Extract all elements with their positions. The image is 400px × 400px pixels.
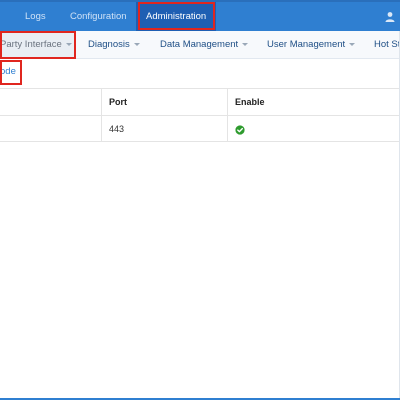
chevron-down-icon <box>65 42 72 46</box>
tab-logs[interactable]: Logs <box>25 2 46 33</box>
menu-item-party-interface[interactable]: Party Interface <box>0 31 75 59</box>
menu-item-label: Party Interface <box>0 39 62 50</box>
menu-item-user-management[interactable]: User Management <box>267 31 356 59</box>
menu-item-label: Data Management <box>160 39 239 50</box>
menu-item-label: Diagnosis <box>88 39 130 50</box>
menu-item-diagnosis[interactable]: Diagnosis <box>88 31 140 59</box>
column-header-port: Port <box>101 89 227 115</box>
tab-configuration[interactable]: Configuration <box>70 2 127 33</box>
interface-table: Port Enable 443 <box>0 88 400 142</box>
enable-cell <box>227 116 400 141</box>
table-row[interactable]: 443 <box>0 116 400 142</box>
tab-mode[interactable]: ode <box>0 60 16 86</box>
column-header-enable: Enable <box>227 89 400 115</box>
table-cell <box>0 116 101 141</box>
tab-administration[interactable]: Administration <box>136 2 217 33</box>
chevron-down-icon <box>242 42 249 46</box>
user-icon[interactable] <box>384 11 396 23</box>
top-nav-bar: Logs Configuration Administration <box>0 0 400 33</box>
table-header-row: Port Enable <box>0 89 400 116</box>
port-cell: 443 <box>101 116 227 141</box>
menu-item-hot-standby[interactable]: Hot St <box>374 31 400 59</box>
menu-item-label: User Management <box>267 39 346 50</box>
menu-item-data-management[interactable]: Data Management <box>160 31 249 59</box>
chevron-down-icon <box>133 42 140 46</box>
menu-item-label: Hot St <box>374 39 400 50</box>
column-header <box>0 89 101 115</box>
check-circle-icon <box>235 125 245 135</box>
sub-menu-bar: Party Interface Diagnosis Data Managemen… <box>0 31 400 59</box>
chevron-down-icon <box>349 42 356 46</box>
